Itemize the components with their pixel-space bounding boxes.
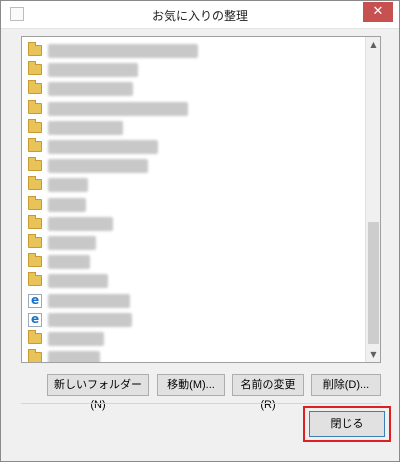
list-item[interactable]: ▒▒▒▒▒▒▒▒▒▒▒ (22, 156, 365, 176)
vertical-scrollbar[interactable]: ▲ ▼ (365, 37, 380, 362)
folder-icon (28, 253, 42, 268)
list-item-label: ▒▒▒▒ (48, 178, 88, 193)
list-item-label: ▒▒▒▒▒▒▒▒ (48, 293, 130, 308)
list-item-label: ▒▒▒▒▒▒▒▒▒▒▒▒▒▒ (48, 101, 188, 116)
list-item-label: ▒▒▒▒▒▒▒▒▒▒▒ (48, 159, 148, 174)
list-item[interactable]: ▒▒▒▒▒▒▒▒▒▒▒▒▒▒▒▒ (22, 41, 365, 61)
scroll-down-arrow-icon[interactable]: ▼ (366, 347, 381, 362)
list-item-label: ▒▒▒▒▒▒▒▒▒▒ (48, 82, 133, 97)
separator (21, 403, 381, 404)
list-item[interactable]: ▒▒▒▒▒▒▒ (22, 271, 365, 291)
scroll-thumb[interactable] (368, 222, 379, 344)
new-folder-button[interactable]: 新しいフォルダー(N) (47, 374, 149, 411)
list-item-label: ▒▒▒▒▒▒▒▒▒▒▒▒ (48, 140, 158, 154)
folder-icon (28, 234, 42, 248)
folder-icon (28, 176, 42, 191)
title-bar: お気に入りの整理 ✕ (1, 1, 399, 29)
list-item[interactable]: ▒▒▒▒ (22, 175, 365, 195)
ie-page-icon (28, 293, 42, 308)
list-item-label: ▒▒▒▒ (48, 255, 90, 270)
list-item-label: ▒▒▒▒▒▒▒▒▒ (48, 120, 123, 135)
folder-icon (28, 195, 42, 210)
favorites-list-items: ▒▒▒▒▒▒▒▒▒▒▒▒▒▒▒▒▒▒▒▒▒▒▒▒▒▒▒▒▒▒▒▒▒▒▒▒▒▒▒▒… (22, 37, 365, 362)
ie-page-icon (28, 312, 42, 327)
list-item[interactable]: ▒▒▒▒▒▒▒▒▒ (22, 310, 365, 330)
folder-icon (28, 99, 42, 114)
organize-favorites-dialog: お気に入りの整理 ✕ ▒▒▒▒▒▒▒▒▒▒▒▒▒▒▒▒▒▒▒▒▒▒▒▒▒▒▒▒▒… (0, 0, 400, 462)
close-button[interactable]: 閉じる (309, 411, 385, 437)
move-button[interactable]: 移動(M)... (157, 374, 225, 396)
favorites-list[interactable]: ▒▒▒▒▒▒▒▒▒▒▒▒▒▒▒▒▒▒▒▒▒▒▒▒▒▒▒▒▒▒▒▒▒▒▒▒▒▒▒▒… (21, 36, 381, 363)
delete-button[interactable]: 削除(D)... (311, 374, 381, 396)
list-item[interactable]: ▒▒▒▒▒▒ (22, 329, 365, 349)
list-item-label: ▒▒▒▒▒▒▒ (48, 216, 113, 231)
rename-button[interactable]: 名前の変更(R) (232, 374, 304, 411)
list-item-label: ▒▒▒▒▒▒▒▒▒▒▒▒▒▒▒▒ (48, 44, 198, 58)
list-item[interactable]: ▒▒▒▒▒ (22, 348, 365, 362)
list-item-label: ▒▒▒▒ (48, 197, 86, 212)
list-item[interactable]: ▒▒▒▒▒▒▒▒▒▒▒▒▒▒ (22, 99, 365, 119)
folder-icon (28, 138, 42, 152)
list-item[interactable]: ▒▒▒▒▒▒▒▒▒▒▒▒ (22, 137, 365, 157)
list-item[interactable]: ▒▒▒▒ (22, 252, 365, 272)
list-item[interactable]: ▒▒▒▒▒▒▒▒ (22, 291, 365, 311)
folder-icon (28, 272, 42, 287)
list-item[interactable]: ▒▒▒▒▒▒▒▒▒▒ (22, 79, 365, 99)
folder-icon (28, 61, 42, 76)
window-close-button[interactable]: ✕ (363, 2, 393, 22)
list-item-label: ▒▒▒▒▒▒▒ (48, 274, 108, 289)
list-item[interactable]: ▒▒▒▒▒▒▒▒▒▒ (22, 60, 365, 80)
list-item-label: ▒▒▒▒▒▒▒▒▒ (48, 312, 132, 327)
folder-icon (28, 157, 42, 172)
folder-icon (28, 42, 42, 56)
window-title: お気に入りの整理 (151, 9, 248, 23)
folder-icon (28, 80, 42, 95)
list-item[interactable]: ▒▒▒▒ (22, 195, 365, 215)
list-item-label: ▒▒▒▒▒ (48, 351, 100, 362)
list-item[interactable]: ▒▒▒▒▒▒▒ (22, 214, 365, 234)
list-item-label: ▒▒▒▒▒ (48, 236, 96, 250)
folder-icon (28, 330, 42, 344)
list-item[interactable]: ▒▒▒▒▒ (22, 233, 365, 253)
scroll-up-arrow-icon[interactable]: ▲ (366, 37, 381, 52)
folder-icon (28, 349, 42, 362)
list-item[interactable]: ▒▒▒▒▒▒▒▒▒ (22, 118, 365, 138)
folder-icon (28, 214, 42, 229)
folder-icon (28, 118, 42, 133)
list-item-label: ▒▒▒▒▒▒ (48, 332, 104, 346)
list-item-label: ▒▒▒▒▒▒▒▒▒▒ (48, 63, 138, 78)
